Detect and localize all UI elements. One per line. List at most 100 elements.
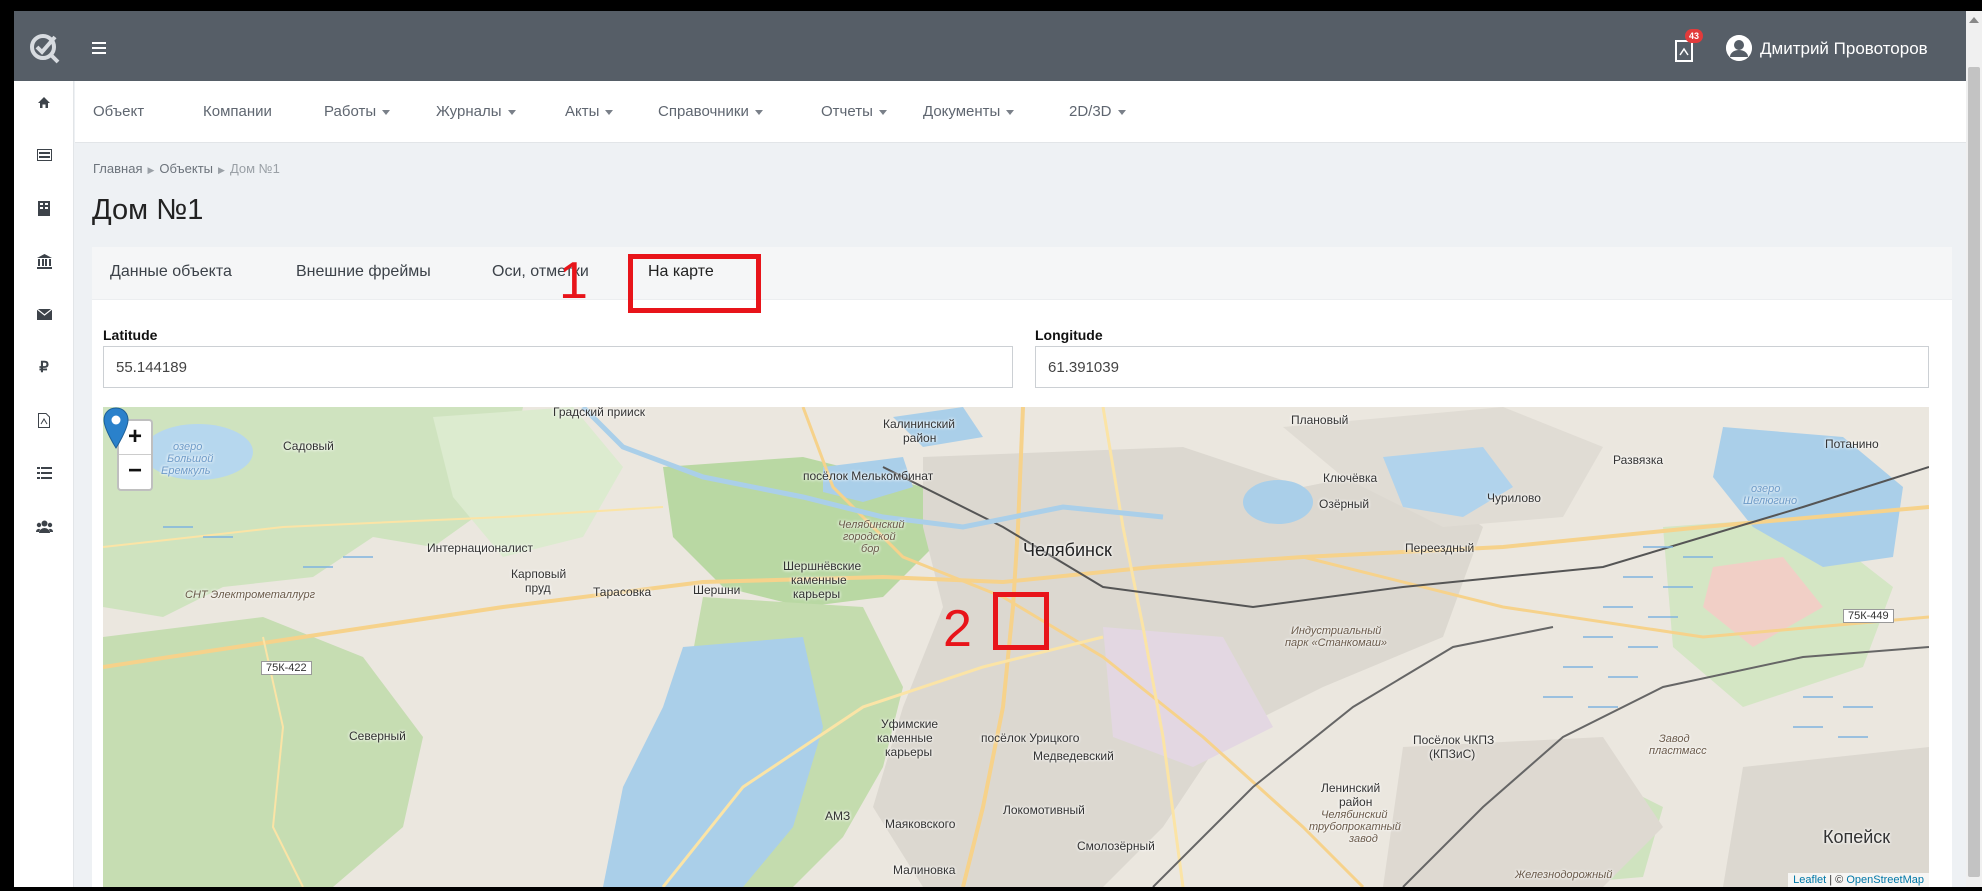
zoom-out-button[interactable]: − <box>119 455 151 489</box>
user-name[interactable]: Дмитрий Провоторов <box>1760 39 1928 59</box>
map-label: Шелюгино <box>1743 495 1798 507</box>
map-label: Шершни <box>693 583 741 597</box>
longitude-label: Longitude <box>1035 327 1103 343</box>
map-label: Карповый <box>511 567 567 581</box>
map-label: трубопрокатный <box>1309 821 1401 833</box>
hamburger-menu-icon[interactable] <box>92 42 106 54</box>
map-attribution: Leaflet | © OpenStreetMap <box>1788 873 1929 887</box>
menu-item-object[interactable]: Объект <box>93 103 144 120</box>
caret-down-icon <box>1006 109 1015 115</box>
leaflet-link[interactable]: Leaflet <box>1793 874 1826 886</box>
map-label: завод <box>1349 833 1378 845</box>
map-label: Ленинский <box>1321 781 1381 795</box>
map-label: озеро <box>173 441 203 453</box>
map-label-city: Копейск <box>1823 827 1891 847</box>
map-label: Шершнёвские <box>783 559 862 573</box>
menu-item-companies[interactable]: Компании <box>203 103 272 120</box>
tab-bar: Данные объекта Внешние фреймы Оси, отмет… <box>92 247 1952 300</box>
menu-item-journals[interactable]: Журналы <box>436 103 516 120</box>
list-icon[interactable] <box>14 460 74 486</box>
map-label: пластмасс <box>1649 745 1707 757</box>
app-logo-icon[interactable] <box>28 31 62 65</box>
menu-item-documents[interactable]: Документы <box>923 103 1015 120</box>
users-icon[interactable] <box>14 513 74 539</box>
map-label: Развязка <box>1613 453 1664 467</box>
breadcrumb-objects[interactable]: Объекты <box>159 161 213 176</box>
annotation-number-2: 2 <box>943 600 972 658</box>
map-label: Садовый <box>283 439 334 453</box>
menu-item-acts[interactable]: Акты <box>565 103 614 120</box>
home-icon[interactable] <box>14 89 74 115</box>
caret-down-icon <box>382 109 391 115</box>
tab-object-data[interactable]: Данные объекта <box>110 263 232 281</box>
bank-icon[interactable] <box>14 248 74 274</box>
map-label: посёлок Мелькомбинат <box>803 469 934 483</box>
map-label-city: Челябинск <box>1023 540 1112 560</box>
map-label: Смолозёрный <box>1077 839 1155 853</box>
openstreetmap-link[interactable]: OpenStreetMap <box>1846 874 1924 886</box>
map-label: Большой <box>167 453 214 465</box>
notification-badge: 43 <box>1685 29 1703 43</box>
map-label: каменные <box>877 731 933 745</box>
map-label: Калининский <box>883 417 955 431</box>
map-label: СНТ Электрометаллург <box>185 589 316 601</box>
highlight-box-marker <box>993 592 1049 650</box>
map-label: парк «Станкомаш» <box>1285 637 1388 649</box>
map-label: Уфимские <box>881 717 939 731</box>
map-label: Потанино <box>1825 437 1879 451</box>
object-card: Данные объекта Внешние фреймы Оси, отмет… <box>92 247 1952 887</box>
pdf-file-icon[interactable] <box>14 407 74 433</box>
annotation-number-1: 1 <box>559 252 588 310</box>
caret-down-icon <box>754 109 763 115</box>
map-label: район <box>1339 795 1373 809</box>
map-label: Чурилово <box>1487 491 1541 505</box>
map-label: пруд <box>525 581 551 595</box>
map-label: Железнодорожный <box>1515 869 1613 881</box>
vertical-scrollbar[interactable] <box>1966 11 1982 887</box>
map-label: Локомотивный <box>1003 803 1085 817</box>
map-label: район <box>903 431 937 445</box>
map-label: Северный <box>349 729 406 743</box>
map-label: Челябинский <box>1321 809 1388 821</box>
map-label: карьеры <box>793 587 841 601</box>
caret-down-icon <box>507 109 516 115</box>
latitude-label: Latitude <box>103 327 158 343</box>
map-marker-icon[interactable] <box>103 407 129 449</box>
envelope-icon[interactable] <box>14 301 74 327</box>
map-label: (КПЗиС) <box>1429 747 1476 761</box>
road-shield: 75К-449 <box>1843 609 1894 623</box>
breadcrumb-current: Дом №1 <box>229 161 280 176</box>
map-label: Плановый <box>1291 413 1349 427</box>
map-label: Ключёвка <box>1323 471 1378 485</box>
breadcrumb-separator-icon: ▶ <box>218 165 225 175</box>
tab-external-frames[interactable]: Внешние фреймы <box>296 263 431 281</box>
map-label: Завод <box>1659 733 1690 745</box>
building-icon[interactable] <box>14 195 74 221</box>
caret-down-icon <box>878 109 887 115</box>
breadcrumb-separator-icon: ▶ <box>147 165 155 175</box>
map-label: Посёлок ЧКПЗ <box>1413 733 1495 747</box>
map-label: озеро <box>1751 483 1781 495</box>
map-label: Градский прииск <box>553 407 645 419</box>
scroll-thumb[interactable] <box>1968 67 1980 877</box>
map-label: Переездный <box>1405 541 1475 555</box>
map-label: Индустриальный <box>1291 625 1382 637</box>
highlight-box-tab <box>628 254 761 313</box>
user-avatar-icon[interactable] <box>1726 35 1752 61</box>
map-label: Малиновка <box>893 863 956 877</box>
latitude-input[interactable] <box>103 346 1013 388</box>
map-label: Интернационалист <box>427 541 534 555</box>
breadcrumb-home[interactable]: Главная <box>93 161 142 176</box>
menu-item-works[interactable]: Работы <box>324 103 391 120</box>
scroll-up-arrow-icon[interactable] <box>1969 17 1979 23</box>
page-title: Дом №1 <box>92 194 204 226</box>
menu-item-directories[interactable]: Справочники <box>658 103 763 120</box>
road-shield: 75К-422 <box>261 661 312 675</box>
menu-item-2d3d[interactable]: 2D/3D <box>1069 103 1126 120</box>
map-view[interactable]: + − Градский прииск Калининский район Пл… <box>103 407 1929 887</box>
longitude-input[interactable] <box>1035 346 1929 388</box>
menu-item-reports[interactable]: Отчеты <box>821 103 887 120</box>
map-label: Озёрный <box>1319 497 1370 511</box>
ruble-icon[interactable]: ₽ <box>14 354 74 380</box>
list-card-icon[interactable] <box>14 142 74 168</box>
